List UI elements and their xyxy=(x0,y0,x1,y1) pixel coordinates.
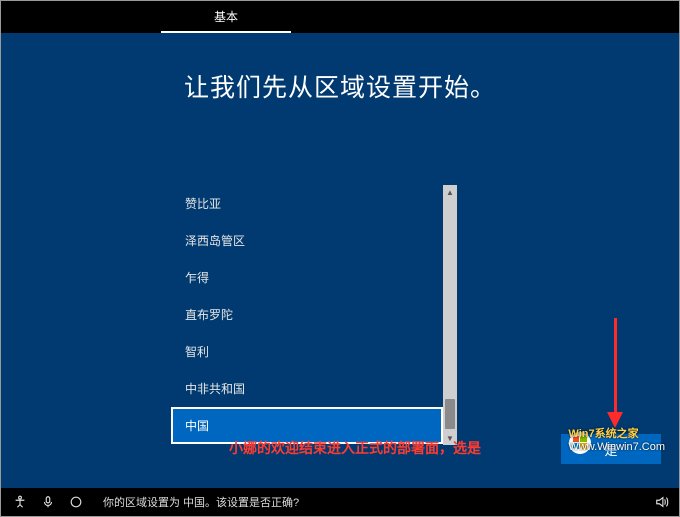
list-item[interactable]: 中非共和国 xyxy=(171,370,443,407)
scroll-track[interactable] xyxy=(443,199,457,431)
tab-basic-label: 基本 xyxy=(214,8,238,25)
annotation-arrow xyxy=(611,318,619,428)
status-question: 你的区域设置为 中国。该设置是否正确? xyxy=(103,494,299,510)
region-list-container: 赞比亚 泽西岛管区 乍得 直布罗陀 智利 中非共和国 中国 ▲ ▼ xyxy=(171,185,457,445)
list-item[interactable]: 直布罗陀 xyxy=(171,296,443,333)
yes-button-label: 是 xyxy=(604,440,617,459)
list-item-label: 智利 xyxy=(185,343,209,360)
list-item-label: 直布罗陀 xyxy=(185,306,233,323)
list-item[interactable]: 泽西岛管区 xyxy=(171,222,443,259)
accessibility-icon[interactable] xyxy=(13,495,27,509)
status-bar-left: 你的区域设置为 中国。该设置是否正确? xyxy=(1,494,299,510)
page-title: 让我们先从区域设置开始。 xyxy=(1,68,679,104)
top-tab-bar: 基本 xyxy=(1,1,679,33)
scroll-thumb[interactable] xyxy=(445,399,455,429)
list-item-label: 泽西岛管区 xyxy=(185,232,245,249)
cortana-icon[interactable] xyxy=(69,495,83,509)
volume-icon[interactable] xyxy=(655,495,669,509)
yes-button[interactable]: 是 xyxy=(561,434,661,464)
list-item-label: 中非共和国 xyxy=(185,380,245,397)
microphone-icon[interactable] xyxy=(41,495,55,509)
arrow-line xyxy=(614,318,617,413)
window-root: 基本 让我们先从区域设置开始。 赞比亚 泽西岛管区 乍得 直布罗陀 智利 中非共… xyxy=(0,0,680,517)
scrollbar[interactable]: ▲ ▼ xyxy=(443,185,457,445)
list-item-label: 赞比亚 xyxy=(185,195,221,212)
list-item[interactable]: 赞比亚 xyxy=(171,185,443,222)
list-item[interactable]: 智利 xyxy=(171,333,443,370)
region-list[interactable]: 赞比亚 泽西岛管区 乍得 直布罗陀 智利 中非共和国 中国 xyxy=(171,185,443,445)
oobe-region-page: 让我们先从区域设置开始。 赞比亚 泽西岛管区 乍得 直布罗陀 智利 中非共和国 … xyxy=(1,33,679,488)
scroll-up-button[interactable]: ▲ xyxy=(443,185,457,199)
status-bar: 你的区域设置为 中国。该设置是否正确? xyxy=(1,488,679,516)
arrow-head-icon xyxy=(607,412,623,428)
status-bar-right xyxy=(655,495,679,509)
tab-basic[interactable]: 基本 xyxy=(161,1,291,33)
list-item-label: 中国 xyxy=(185,417,209,434)
list-item[interactable]: 乍得 xyxy=(171,259,443,296)
list-item-label: 乍得 xyxy=(185,269,209,286)
